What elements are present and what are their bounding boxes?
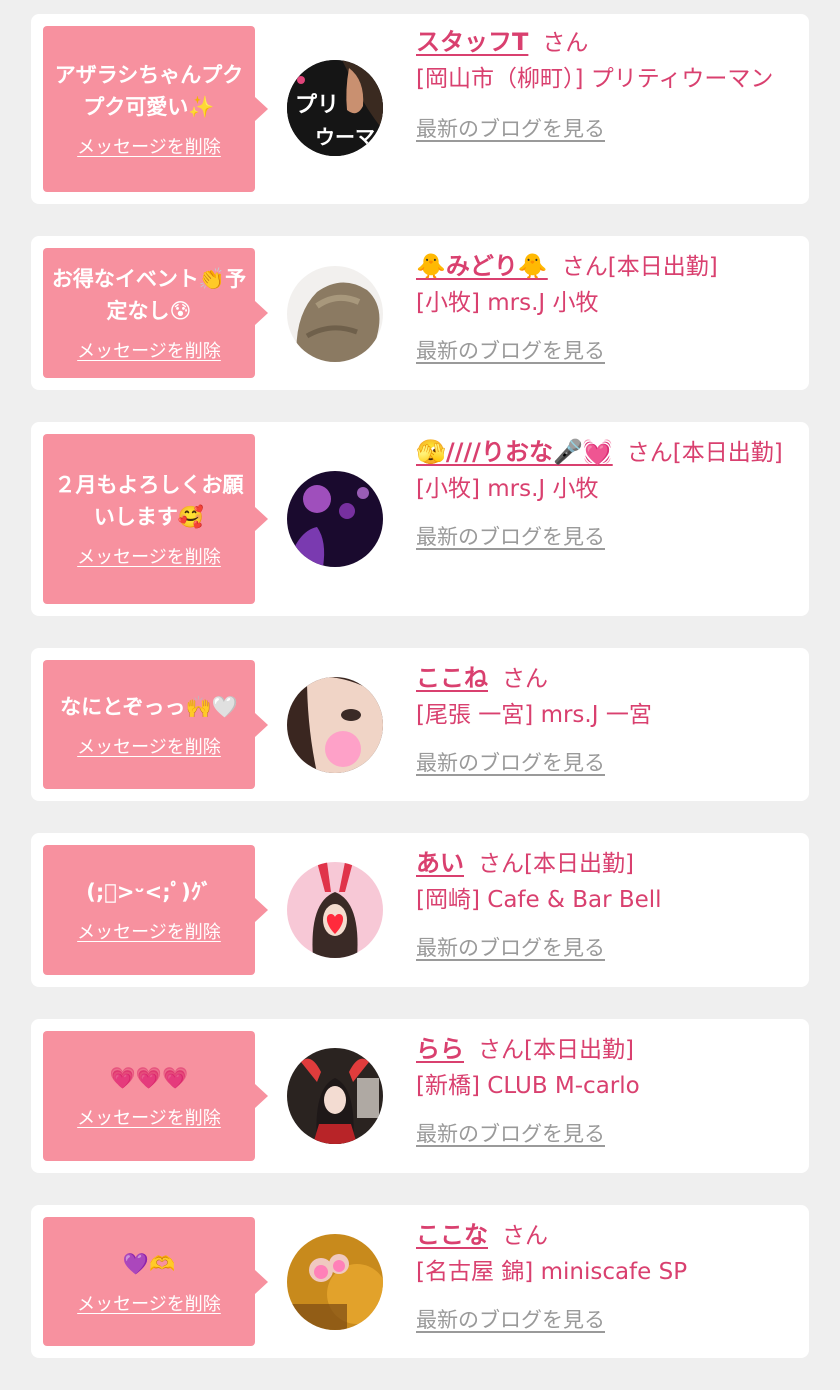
message-bubble: アザラシちゃんプクプク可愛い✨ メッセージを削除 (43, 26, 268, 192)
shop-label: [岡山市（柳町）] プリティウーマン (416, 66, 774, 92)
selfie-photo-avatar[interactable] (287, 677, 383, 773)
profile-name-link[interactable]: ここね (416, 664, 488, 692)
message-bubble: 💗💗💗 メッセージを削除 (43, 1031, 268, 1161)
golden-photo-avatar[interactable] (287, 1234, 383, 1330)
message-text: お得なイベント👏予定なし😰 (51, 267, 247, 323)
name-line: ここね さん (416, 662, 795, 695)
svg-text:プリ: プリ (295, 93, 339, 118)
latest-blog-link[interactable]: 最新のブログを見る (416, 335, 605, 365)
message-card: 💗💗💗 メッセージを削除 らら さん[本日出勤] [新橋] CLUB M-carl… (31, 1019, 809, 1173)
name-line: らら さん[本日出勤] (416, 1033, 795, 1066)
latest-blog-link[interactable]: 最新のブログを見る (416, 932, 605, 962)
message-card: (;ﾟ>ᵕ<;ﾟ)ｸﾞ メッセージを削除 あい さん[本日出勤] [岡崎] Caf… (31, 833, 809, 987)
message-card: アザラシちゃんプクプク可愛い✨ メッセージを削除 プリ ウーマ スタッフT さん … (31, 14, 809, 204)
shop-label: [岡崎] Cafe & Bar Bell (416, 887, 662, 913)
profile-info: ここな さん [名古屋 錦] miniscafe SP 最新のブログを見る (416, 1219, 795, 1334)
message-card: なにとぞっっ🙌🤍 メッセージを削除 ここね さん [尾張 一宮] mrs.J 一宮… (31, 648, 809, 801)
message-bubble: 💜🫶 メッセージを削除 (43, 1217, 268, 1346)
name-line: あい さん[本日出勤] (416, 847, 795, 880)
honorific-status: さん (542, 30, 589, 56)
message-text: ２月もよろしくお願いします🥰 (54, 473, 244, 529)
profile-name-link[interactable]: ここな (416, 1221, 488, 1249)
svg-text:ウーマ: ウーマ (315, 125, 375, 149)
shop-label: [小牧] mrs.J 小牧 (416, 290, 599, 316)
latest-blog-link[interactable]: 最新のブログを見る (416, 521, 605, 551)
honorific-status: さん (502, 1223, 548, 1249)
delete-message-link[interactable]: メッセージを削除 (77, 1290, 221, 1316)
delete-message-link[interactable]: メッセージを削除 (77, 337, 221, 363)
latest-blog-link[interactable]: 最新のブログを見る (416, 747, 605, 777)
name-line: 🫣////りおな🎤💓 さん[本日出勤] (416, 436, 795, 469)
message-text: (;ﾟ>ᵕ<;ﾟ)ｸﾞ (86, 880, 212, 904)
delete-message-link[interactable]: メッセージを削除 (77, 1104, 221, 1130)
message-card: ２月もよろしくお願いします🥰 メッセージを削除 🫣////りおな🎤💓 さん[本日出… (31, 422, 809, 616)
profile-name-link[interactable]: スタッフT (416, 28, 528, 56)
delete-message-link[interactable]: メッセージを削除 (77, 133, 221, 159)
message-bubble: お得なイベント👏予定なし😰 メッセージを削除 (43, 248, 268, 378)
bunny-ears-photo-avatar[interactable] (287, 862, 383, 958)
latest-blog-link[interactable]: 最新のブログを見る (416, 1304, 605, 1334)
shop-label: [名古屋 錦] miniscafe SP (416, 1259, 688, 1285)
purple-light-photo-avatar[interactable] (287, 471, 383, 567)
profile-name-link[interactable]: 🐥みどり🐥 (416, 252, 548, 280)
message-bubble: (;ﾟ>ᵕ<;ﾟ)ｸﾞ メッセージを削除 (43, 845, 268, 975)
honorific-status: さん[本日出勤] (626, 440, 783, 466)
message-text: なにとぞっっ🙌🤍 (60, 694, 238, 719)
shop-label: [小牧] mrs.J 小牧 (416, 476, 599, 502)
shop-label: [尾張 一宮] mrs.J 一宮 (416, 702, 652, 728)
name-line: ここな さん (416, 1219, 795, 1252)
profile-name-link[interactable]: らら (416, 1035, 464, 1063)
profile-info: 🐥みどり🐥 さん[本日出勤] [小牧] mrs.J 小牧 最新のブログを見る (416, 250, 795, 365)
message-text: 💜🫶 (122, 1251, 176, 1276)
name-line: 🐥みどり🐥 さん[本日出勤] (416, 250, 795, 283)
profile-info: らら さん[本日出勤] [新橋] CLUB M-carlo 最新のブログを見る (416, 1033, 795, 1148)
delete-message-link[interactable]: メッセージを削除 (77, 733, 221, 759)
hair-photo-avatar[interactable] (287, 266, 383, 362)
profile-name-link[interactable]: あい (416, 849, 464, 877)
delete-message-link[interactable]: メッセージを削除 (77, 543, 221, 569)
honorific-status: さん[本日出勤] (561, 254, 718, 280)
name-line: スタッフT さん (416, 26, 795, 59)
message-card: 💜🫶 メッセージを削除 ここな さん [名古屋 錦] miniscafe SP 最… (31, 1205, 809, 1358)
profile-info: ここね さん [尾張 一宮] mrs.J 一宮 最新のブログを見る (416, 662, 795, 777)
shop-logo-pretty-woman-avatar[interactable]: プリ ウーマ (287, 60, 383, 156)
message-text: 💗💗💗 (109, 1066, 189, 1090)
shop-label: [新橋] CLUB M-carlo (416, 1073, 640, 1099)
profile-info: あい さん[本日出勤] [岡崎] Cafe & Bar Bell 最新のブログを見… (416, 847, 795, 962)
profile-info: スタッフT さん [岡山市（柳町）] プリティウーマン 最新のブログを見る (416, 26, 795, 143)
profile-name-link[interactable]: 🫣////りおな🎤💓 (416, 438, 613, 466)
message-text: アザラシちゃんプクプク可愛い✨ (54, 63, 244, 119)
message-card: お得なイベント👏予定なし😰 メッセージを削除 🐥みどり🐥 さん[本日出勤] [小牧… (31, 236, 809, 390)
latest-blog-link[interactable]: 最新のブログを見る (416, 1118, 605, 1148)
honorific-status: さん[本日出勤] (478, 1037, 634, 1063)
message-bubble: なにとぞっっ🙌🤍 メッセージを削除 (43, 660, 268, 789)
delete-message-link[interactable]: メッセージを削除 (77, 918, 221, 944)
honorific-status: さん[本日出勤] (478, 851, 634, 877)
honorific-status: さん (502, 666, 548, 692)
message-bubble: ２月もよろしくお願いします🥰 メッセージを削除 (43, 434, 268, 604)
profile-info: 🫣////りおな🎤💓 さん[本日出勤] [小牧] mrs.J 小牧 最新のブログを… (416, 436, 795, 551)
latest-blog-link[interactable]: 最新のブログを見る (416, 113, 605, 143)
red-costume-photo-avatar[interactable] (287, 1048, 383, 1144)
